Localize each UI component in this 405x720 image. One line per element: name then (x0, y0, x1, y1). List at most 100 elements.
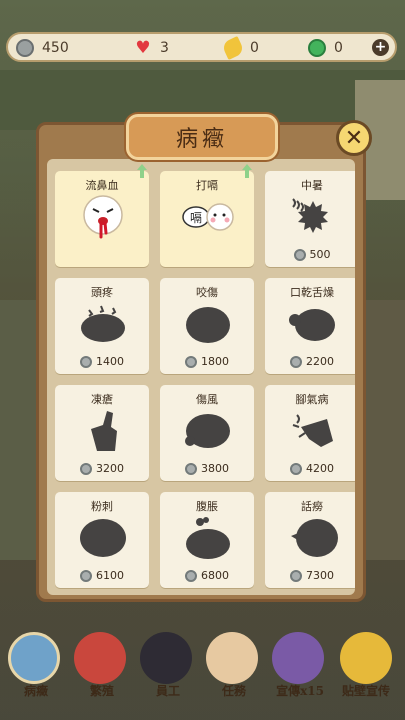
disease-card[interactable]: 粉刺 6100 (55, 492, 149, 588)
book-icon (8, 632, 60, 684)
promo-icon (272, 632, 324, 684)
hiccup-bubble-text: 嗝 (190, 211, 202, 225)
coin-icon (80, 462, 92, 475)
gourd-icon (340, 632, 392, 684)
jade-icon (308, 39, 326, 57)
coin-icon (185, 569, 197, 582)
disease-name: 流鼻血 (85, 179, 119, 192)
disease-card[interactable]: 打嗝 嗝 (160, 164, 254, 267)
disease-card[interactable]: 流鼻血 (55, 164, 149, 267)
disease-price-value: 2200 (306, 355, 334, 368)
heart-icon: ♥ (135, 38, 151, 58)
frostbite-silhouette-icon (91, 411, 117, 451)
scroll-icon (206, 632, 258, 684)
disease-price: 1800 (160, 355, 254, 368)
background-left-shelf (0, 300, 40, 560)
disease-card[interactable]: 中暑 500 (265, 171, 355, 267)
beriberi-silhouette-icon (292, 414, 333, 447)
acne-silhouette-icon (80, 519, 126, 557)
disease-price-value: 6100 (96, 569, 124, 582)
disease-price: 1400 (55, 355, 149, 368)
leaf-icon (221, 36, 245, 60)
disease-price-value: 7300 (306, 569, 334, 582)
nav-diseases[interactable]: 病癥 (4, 620, 60, 716)
disease-name: 腳氣病 (295, 393, 329, 406)
disease-card[interactable]: 咬傷 1800 (160, 278, 254, 374)
nav-label: 任務 (221, 684, 246, 698)
disease-price: 500 (265, 248, 355, 261)
nav-breed[interactable]: 繁殖 (70, 620, 126, 716)
heatstroke-silhouette-icon (292, 198, 328, 233)
disease-price: 6800 (160, 569, 254, 582)
panel-title-plate: 病癥 (126, 114, 278, 160)
nav-label: 繁殖 (89, 684, 114, 698)
coin-icon (80, 569, 92, 582)
coin-icon (290, 569, 302, 582)
brush-icon (74, 632, 126, 684)
jade-counter: 0 (308, 38, 343, 58)
coin-icon (293, 248, 306, 261)
nav-label: 病癥 (23, 684, 48, 698)
new-arrow-icon (137, 164, 147, 178)
nav-tasks[interactable]: 任務 (202, 620, 258, 716)
disease-card[interactable]: 腹脹 6800 (160, 492, 254, 588)
bottom-nav: 病癥 繁殖 員工 任務 宣傳x15 贴壁宣传 (0, 620, 405, 720)
jade-value: 0 (334, 40, 343, 56)
disease-price: 6100 (55, 569, 149, 582)
coin-icon (16, 39, 34, 57)
bite-silhouette-icon (186, 307, 230, 343)
disease-name: 凍瘡 (91, 393, 113, 406)
disease-price-value: 1400 (96, 355, 124, 368)
nav-wall-promotion[interactable]: 贴壁宣传 (336, 620, 392, 716)
heart-counter: ♥ 3 (134, 38, 169, 58)
disease-name: 話癆 (301, 500, 323, 513)
disease-price: 3200 (55, 462, 149, 475)
leaf-value: 0 (250, 40, 259, 56)
add-currency-button[interactable]: + (372, 39, 389, 56)
nav-staff[interactable]: 員工 (136, 620, 192, 716)
disease-card[interactable]: 傷風 3800 (160, 385, 254, 481)
disease-name: 打嗝 (196, 179, 218, 192)
disease-price-value: 4200 (306, 462, 334, 475)
disease-name: 傷風 (196, 393, 218, 406)
disease-name: 中暑 (301, 179, 323, 192)
headache-silhouette-icon (81, 305, 125, 342)
disease-card[interactable]: 凍瘡 3200 (55, 385, 149, 481)
dry-mouth-silhouette-icon (289, 309, 335, 341)
disease-card[interactable]: 頭疼 1400 (55, 278, 149, 374)
disease-price-value: 500 (309, 248, 331, 261)
background-right-shelf (365, 300, 405, 560)
disease-name: 腹脹 (196, 500, 218, 513)
disease-name: 頭疼 (91, 286, 113, 299)
disease-card[interactable]: 話癆 7300 (265, 492, 355, 588)
coin-icon (80, 355, 92, 368)
disease-card[interactable]: 腳氣病 4200 (265, 385, 355, 481)
coin-icon (185, 462, 197, 475)
disease-card[interactable]: 口乾舌燥 2200 (265, 278, 355, 374)
coin-value: 450 (42, 40, 69, 56)
close-icon: ✕ (344, 125, 364, 151)
coin-icon (290, 355, 302, 368)
panel-title: 病癥 (175, 127, 228, 152)
coin-counter: 450 (16, 38, 69, 58)
disease-price-value: 3200 (96, 462, 124, 475)
resource-bar: 450 ♥ 3 0 0 + (6, 32, 397, 62)
disease-price: 7300 (265, 569, 355, 582)
disease-price-value: 6800 (201, 569, 229, 582)
new-arrow-icon (242, 164, 252, 178)
heart-value: 3 (160, 40, 169, 56)
nav-label: 宣傳x15 (276, 684, 324, 698)
nav-label: 員工 (155, 684, 180, 698)
nav-label: 贴壁宣传 (341, 684, 390, 698)
disease-grid: 流鼻血 打嗝 嗝 中暑 500 頭疼 1400 咬傷 1800 口乾舌燥 220… (55, 164, 355, 588)
nav-promotion[interactable]: 宣傳x15 (268, 620, 324, 716)
coin-icon (290, 462, 302, 475)
disease-name: 咬傷 (196, 286, 218, 299)
disease-panel-body: 流鼻血 打嗝 嗝 中暑 500 頭疼 1400 咬傷 1800 口乾舌燥 220… (47, 159, 355, 595)
cold-silhouette-icon (185, 414, 230, 448)
nosebleed-face-icon (83, 195, 123, 239)
disease-name: 粉刺 (91, 500, 113, 513)
bloating-silhouette-icon (186, 517, 230, 559)
disease-name: 口乾舌燥 (290, 286, 334, 299)
close-button[interactable]: ✕ (336, 120, 372, 156)
